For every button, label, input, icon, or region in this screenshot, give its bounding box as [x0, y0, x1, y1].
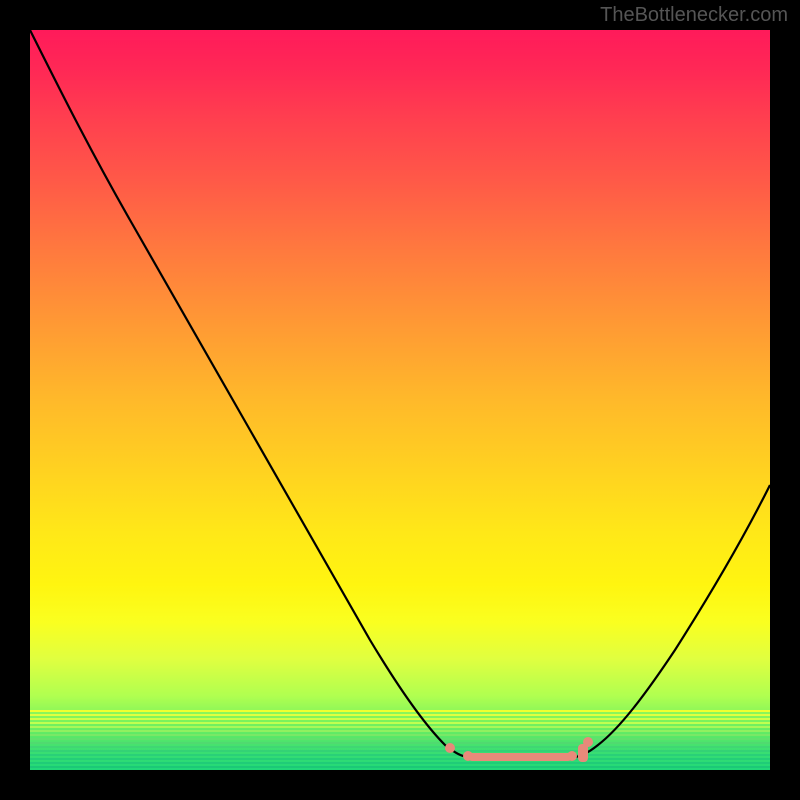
chart-plot-area	[30, 30, 770, 770]
chart-curve-layer	[30, 30, 770, 770]
watermark-text: TheBottlenecker.com	[600, 4, 788, 27]
marker-group	[445, 737, 593, 762]
bottleneck-curve	[30, 30, 770, 758]
